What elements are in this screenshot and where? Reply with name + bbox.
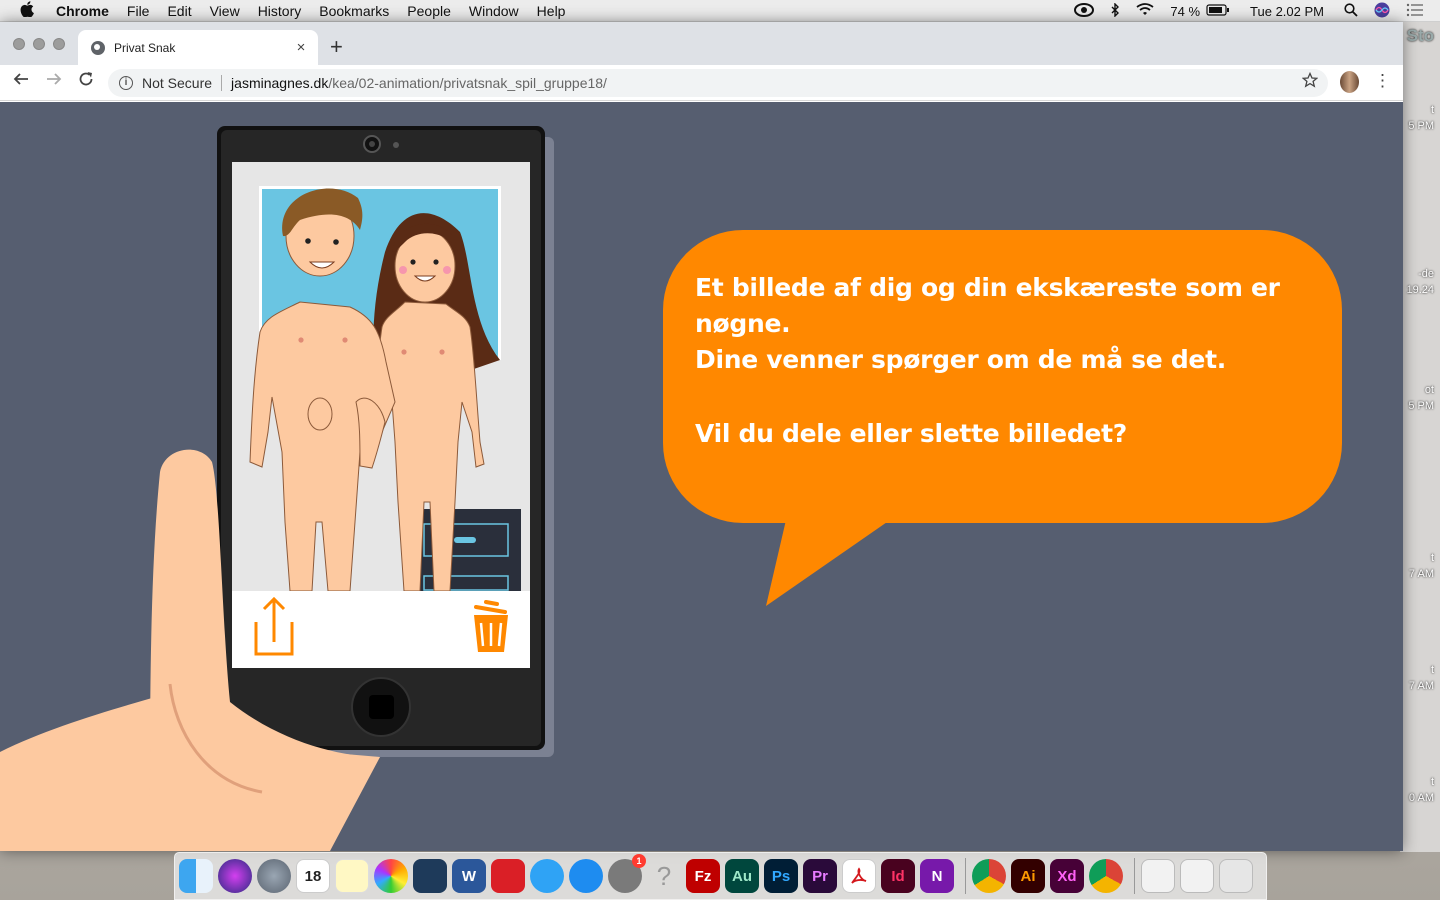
menu-window[interactable]: Window bbox=[469, 3, 519, 19]
dock-divider bbox=[1134, 858, 1135, 894]
messages-icon[interactable] bbox=[530, 859, 564, 893]
tab-title: Privat Snak bbox=[114, 40, 176, 55]
desktop-label: t bbox=[1430, 664, 1434, 676]
profile-avatar[interactable] bbox=[1340, 71, 1359, 93]
desktop-label: 7 AM bbox=[1408, 568, 1434, 580]
desktop-label: 19.24 bbox=[1406, 284, 1434, 296]
new-tab-button[interactable]: + bbox=[330, 34, 343, 60]
audition-icon[interactable]: Au bbox=[725, 859, 759, 893]
xd-doc-icon[interactable] bbox=[1180, 859, 1214, 893]
more-menu-icon[interactable]: ⋮ bbox=[1374, 71, 1391, 91]
speech-bubble-tail bbox=[766, 520, 890, 606]
clock[interactable]: Tue 2.02 PM bbox=[1250, 4, 1324, 19]
security-label[interactable]: Not Secure bbox=[142, 75, 212, 91]
notes-icon[interactable] bbox=[335, 859, 369, 893]
desktop-right-strip bbox=[1400, 22, 1440, 852]
chrome-icon[interactable] bbox=[972, 859, 1006, 893]
calendar-icon[interactable]: 18 bbox=[296, 859, 330, 893]
url-host[interactable]: jasminagnes.dk bbox=[231, 75, 328, 91]
dock-divider bbox=[965, 858, 966, 894]
wifi-icon[interactable] bbox=[1136, 3, 1154, 19]
bluetooth-icon[interactable] bbox=[1110, 1, 1120, 20]
back-arrow-icon[interactable] bbox=[9, 71, 33, 92]
menu-history[interactable]: History bbox=[258, 3, 302, 19]
menu-bookmarks[interactable]: Bookmarks bbox=[319, 3, 389, 19]
menu-people[interactable]: People bbox=[407, 3, 451, 19]
info-icon[interactable]: i bbox=[119, 76, 133, 90]
phone-illustration bbox=[0, 126, 554, 851]
reload-icon[interactable] bbox=[74, 71, 98, 92]
siri-menu-icon[interactable] bbox=[1374, 2, 1390, 21]
desktop-label: 7 AM bbox=[1408, 680, 1434, 692]
help-icon[interactable]: ? bbox=[647, 859, 681, 893]
desktop-label: 5 PM bbox=[1408, 400, 1434, 412]
menu-file[interactable]: File bbox=[127, 3, 150, 19]
premiere-icon[interactable]: Pr bbox=[803, 859, 837, 893]
battery-icon[interactable] bbox=[1206, 3, 1230, 19]
creative-cloud-icon[interactable] bbox=[491, 859, 525, 893]
chrome-canary-icon[interactable] bbox=[1089, 859, 1123, 893]
siri-icon[interactable] bbox=[218, 859, 252, 893]
close-tab-icon[interactable]: × bbox=[292, 39, 310, 56]
menu-help[interactable]: Help bbox=[537, 3, 566, 19]
menu-app-name[interactable]: Chrome bbox=[56, 3, 109, 19]
battery-percent: 74 % bbox=[1170, 3, 1201, 19]
onenote-icon[interactable]: N bbox=[920, 859, 954, 893]
bookmark-star-icon[interactable] bbox=[1301, 71, 1319, 93]
menu-edit[interactable]: Edit bbox=[167, 3, 191, 19]
indesign-icon[interactable]: Id bbox=[881, 859, 915, 893]
desktop-label: ot bbox=[1424, 384, 1434, 396]
forward-arrow-icon[interactable] bbox=[42, 71, 66, 92]
trash-bin-icon[interactable] bbox=[1219, 859, 1253, 893]
acrobat-icon[interactable] bbox=[842, 859, 876, 893]
browser-window: Privat Snak × + i Not Secure jasminagnes… bbox=[0, 22, 1403, 851]
desktop-label: t bbox=[1430, 104, 1434, 116]
notification-badge: 1 bbox=[632, 854, 646, 868]
launchpad-icon[interactable] bbox=[257, 859, 291, 893]
illustrator-doc-icon[interactable] bbox=[1141, 859, 1175, 893]
window-controls bbox=[13, 38, 73, 50]
address-bar[interactable]: i Not Secure jasminagnes.dk /kea/02-anim… bbox=[108, 69, 1328, 97]
url-path[interactable]: /kea/02-animation/privatsnak_spil_gruppe… bbox=[328, 75, 607, 91]
speech-bubble: Et billede af dig og din ekskæreste som … bbox=[663, 230, 1342, 523]
finder-icon[interactable] bbox=[179, 859, 213, 893]
bubble-line-2: Dine venner spørger om de må se det. bbox=[695, 345, 1226, 374]
system-preferences-icon[interactable]: 1 bbox=[608, 854, 646, 893]
menu-bar: Chrome File Edit View History Bookmarks … bbox=[0, 0, 1440, 22]
tab-privat-snak[interactable]: Privat Snak × bbox=[78, 30, 318, 65]
xd-icon[interactable]: Xd bbox=[1050, 859, 1084, 893]
word-icon[interactable]: W bbox=[452, 859, 486, 893]
globe-icon bbox=[91, 40, 105, 55]
bubble-line-1: Et billede af dig og din ekskæreste som … bbox=[695, 273, 1280, 338]
menu-view[interactable]: View bbox=[210, 3, 240, 19]
browser-toolbar: i Not Secure jasminagnes.dk /kea/02-anim… bbox=[0, 65, 1403, 101]
desktop-label: 0 AM bbox=[1408, 792, 1434, 804]
notification-center-icon[interactable] bbox=[1406, 3, 1424, 20]
game-page: Et billede af dig og din ekskæreste som … bbox=[0, 102, 1403, 851]
creative-cloud-status-icon[interactable] bbox=[1074, 2, 1095, 20]
apple-menu-icon[interactable] bbox=[20, 0, 40, 21]
desktop-label: t bbox=[1430, 776, 1434, 788]
desktop-label: -de bbox=[1418, 268, 1434, 280]
photos-icon[interactable] bbox=[374, 859, 408, 893]
desktop-label: 5 PM bbox=[1408, 120, 1434, 132]
illustrator-icon[interactable]: Ai bbox=[1011, 859, 1045, 893]
desktop-label: Sto bbox=[1406, 26, 1434, 45]
maximize-window-button[interactable] bbox=[53, 38, 65, 50]
minimize-window-button[interactable] bbox=[33, 38, 45, 50]
dock: 18 W 1 ? Fz Au Ps Pr Id N Ai Xd bbox=[174, 852, 1267, 900]
filezilla-icon[interactable]: Fz bbox=[686, 859, 720, 893]
tab-strip: Privat Snak × + bbox=[0, 22, 1403, 65]
bubble-question: Vil du dele eller slette billedet? bbox=[695, 419, 1127, 448]
scrivener-icon[interactable] bbox=[413, 859, 447, 893]
photoshop-icon[interactable]: Ps bbox=[764, 859, 798, 893]
app-store-icon[interactable] bbox=[569, 859, 603, 893]
desktop-label: t bbox=[1430, 552, 1434, 564]
divider bbox=[221, 75, 223, 91]
close-window-button[interactable] bbox=[13, 38, 25, 50]
spotlight-search-icon[interactable] bbox=[1344, 2, 1358, 20]
